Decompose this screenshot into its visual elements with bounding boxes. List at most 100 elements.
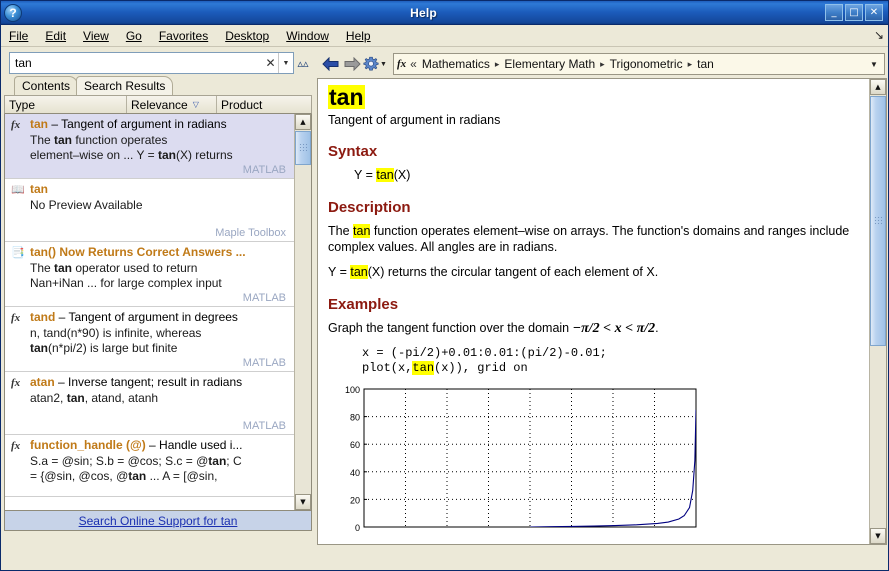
result-name: function_handle (@) (30, 438, 146, 452)
document-scrollbar[interactable]: ▲ ▼ (869, 79, 886, 544)
search-online-support-link[interactable]: Search Online Support for tan (79, 514, 238, 528)
maximize-button[interactable]: □ (845, 4, 863, 21)
results-scrollbar-thumb[interactable] (295, 131, 311, 165)
list-item[interactable]: 📖 tan No Preview Available Maple Toolbox (5, 179, 294, 242)
scroll-up-arrow-icon[interactable]: ▲ (295, 114, 311, 130)
result-product: MATLAB (242, 420, 286, 432)
snippet-line1-pre: atan2, (30, 391, 67, 405)
code-line-2-b: (x)), grid on (434, 361, 528, 375)
menu-help[interactable]: Help (338, 27, 379, 45)
snippet-line2-post: (n*pi/2) is large but finite (48, 341, 178, 355)
forward-arrow-icon[interactable] (341, 53, 363, 75)
function-fx-icon: fx (397, 58, 407, 70)
menu-edit-label: Edit (45, 28, 67, 43)
gear-button[interactable]: ▼ (363, 56, 389, 72)
menu-file[interactable]: File (1, 27, 36, 45)
column-header-type[interactable]: Type (5, 96, 127, 113)
function-fx-icon: fx (11, 119, 21, 131)
ytick-label-100: 100 (345, 385, 360, 395)
tab-contents[interactable]: Contents (14, 76, 79, 95)
menu-view[interactable]: View (75, 27, 117, 45)
close-button[interactable]: ✕ (865, 4, 883, 21)
result-description: Tangent of argument in radians (61, 117, 227, 131)
help-circle-icon: ? (4, 3, 22, 22)
result-product: Maple Toolbox (215, 227, 286, 239)
desc-p2-b: (X) returns the circular tangent of each… (367, 265, 659, 279)
help-window: ? Help _ □ ✕ File Edit View Go Favorites… (0, 0, 889, 571)
result-snippet: atan2, tan, atand, atanh (30, 391, 288, 406)
result-dash: – (54, 375, 69, 389)
list-item[interactable]: 📑 tan() Now Returns Correct Answers ... … (5, 242, 294, 307)
examples-math: −π/2 < x < π/2 (572, 321, 656, 336)
menu-window[interactable]: Window (278, 27, 337, 45)
panel-splitter[interactable] (312, 50, 316, 545)
snippet-line1-post: , atand, atanh (84, 391, 159, 405)
snippet-line1-bold: tan (66, 391, 85, 405)
code-line-2: plot(x,tan(x)), grid on (362, 361, 858, 376)
chevron-down-icon[interactable]: ▼ (380, 61, 387, 68)
breadcrumb-guillemet[interactable]: « (410, 57, 417, 71)
tan-plot-svg: 0 20 40 60 80 100 (345, 385, 697, 532)
syntax-highlight: tan (376, 168, 394, 182)
ytick-label-80: 80 (350, 413, 360, 423)
breadcrumb-item-tan[interactable]: tan (697, 57, 714, 71)
chevron-up-icon[interactable]: ▵▵ (294, 57, 312, 70)
ytick-label-0: 0 (355, 523, 360, 532)
breadcrumb-item-mathematics[interactable]: Mathematics (422, 57, 490, 71)
menu-favorites[interactable]: Favorites (151, 27, 216, 45)
result-description: Inverse tangent; result in radians (68, 375, 243, 389)
gear-icon (363, 56, 379, 71)
book-icon: 📖 (11, 184, 25, 196)
result-name: tan (30, 182, 48, 196)
syntax-post: (X) (393, 168, 411, 182)
chevron-down-icon[interactable]: ▼ (867, 60, 881, 69)
menu-view-label: View (83, 28, 109, 43)
breadcrumb-item-elementary-math[interactable]: Elementary Math (504, 57, 595, 71)
document-toolbar: ▼ fx « Mathematics ▸ Elementary Math ▸ T… (317, 50, 887, 78)
breadcrumb-item-trigonometric[interactable]: Trigonometric (610, 57, 683, 71)
panel-tabs: Contents Search Results (14, 76, 312, 95)
search-panel: tan ✕ ▼ ▵▵ Contents Search Results Type … (4, 50, 312, 545)
desc-p1-b: function operates element–wise on arrays… (328, 224, 850, 254)
result-dash: – (55, 310, 69, 324)
snippet-line1-bold: tan (54, 133, 73, 147)
column-header-product[interactable]: Product (217, 96, 311, 113)
ytick-label-20: 20 (350, 495, 360, 505)
menu-go[interactable]: Go (118, 27, 150, 45)
breadcrumb-separator-icon: ▸ (687, 58, 693, 69)
overflow-arrow-icon[interactable]: ↘ (874, 28, 884, 42)
document-view: tan Tangent of argument in radians Synta… (317, 78, 887, 545)
menu-desktop[interactable]: Desktop (217, 27, 277, 45)
examples-text-b: . (655, 321, 659, 335)
clear-search-icon[interactable]: ✕ (263, 56, 278, 70)
menu-favorites-label: Favorites (158, 28, 209, 43)
search-results-list[interactable]: fx tan – Tangent of argument in radians … (4, 114, 312, 511)
menu-edit[interactable]: Edit (37, 27, 74, 45)
list-item[interactable]: fx function_handle (@) – Handle used i..… (5, 435, 294, 497)
window-buttons: _ □ ✕ (825, 4, 885, 21)
document-scrollbar-thumb[interactable] (870, 96, 886, 346)
list-item[interactable]: fx tan – Tangent of argument in radians … (5, 114, 294, 179)
list-item[interactable]: fx atan – Inverse tangent; result in rad… (5, 372, 294, 435)
ytick-label-40: 40 (350, 468, 360, 478)
breadcrumb[interactable]: fx « Mathematics ▸ Elementary Math ▸ Tri… (393, 53, 885, 75)
result-product: MATLAB (242, 292, 286, 304)
search-box[interactable]: tan ✕ ▼ (9, 52, 294, 74)
scroll-up-arrow-icon[interactable]: ▲ (870, 79, 886, 95)
minimize-button[interactable]: _ (825, 4, 843, 21)
back-arrow-icon[interactable] (319, 53, 341, 75)
scrollbar-grip (299, 143, 307, 153)
column-header-relevance[interactable]: Relevance ▽ (127, 96, 217, 113)
column-header-product-label: Product (221, 97, 263, 112)
tab-search-results[interactable]: Search Results (76, 76, 174, 95)
snippet-line1-pre: No Preview Available (30, 198, 143, 212)
chevron-down-icon[interactable]: ▼ (278, 53, 293, 73)
snippet-line1-post: function operates (72, 133, 168, 147)
search-input[interactable]: tan (10, 56, 263, 70)
scroll-down-arrow-icon[interactable]: ▼ (295, 494, 311, 510)
back-arrow-glyph (321, 57, 338, 71)
list-item[interactable]: fx tand – Tangent of argument in degrees… (5, 307, 294, 372)
results-scrollbar[interactable]: ▲ ▼ (294, 114, 311, 510)
scroll-down-arrow-icon[interactable]: ▼ (870, 528, 886, 544)
result-snippet: The tan function operates element–wise o… (30, 133, 288, 163)
